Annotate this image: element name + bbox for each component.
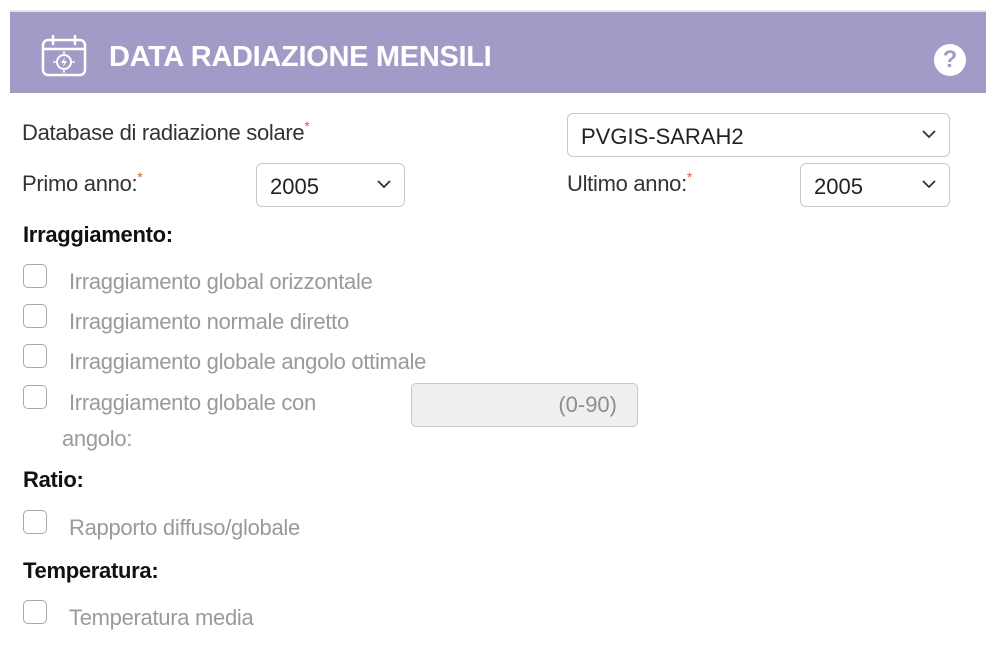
checkbox-global-orizzontale[interactable] <box>23 264 47 288</box>
checkbox-globale-con-angolo[interactable] <box>23 385 47 409</box>
required-marker: * <box>137 169 143 185</box>
database-label: Database di radiazione solare* <box>22 118 310 145</box>
calendar-sun-icon <box>41 34 87 77</box>
checkbox-label: Rapporto diffuso/globale <box>69 515 300 540</box>
ultimo-anno-value: 2005 <box>814 174 863 199</box>
checkbox-label: Irraggiamento global orizzontale <box>69 269 373 294</box>
checkbox-rapporto-diffuso[interactable] <box>23 510 47 534</box>
required-marker: * <box>686 169 693 185</box>
panel-header: DATA RADIAZIONE MENSILI ? <box>10 12 986 93</box>
checkbox-label: Irraggiamento globale con <box>69 390 316 415</box>
ratio-title: Ratio: <box>23 467 84 492</box>
chevron-down-icon <box>922 180 936 189</box>
primo-anno-value: 2005 <box>270 174 319 199</box>
chevron-down-icon <box>377 180 391 189</box>
checkbox-label: Irraggiamento globale angolo ottimale <box>69 349 427 374</box>
chevron-down-icon <box>922 130 936 139</box>
irraggiamento-title: Irraggiamento: <box>23 222 173 247</box>
database-select[interactable]: PVGIS-SARAH2 <box>567 113 950 157</box>
checkbox-label-continued: angolo: <box>62 426 133 451</box>
required-marker: * <box>304 118 310 134</box>
checkbox-label: Temperatura media <box>69 605 254 630</box>
primo-anno-label: Primo anno:* <box>22 169 143 196</box>
checkbox-normale-diretto[interactable] <box>23 304 47 328</box>
page-title: DATA RADIAZIONE MENSILI <box>109 41 492 73</box>
checkbox-temperatura-media[interactable] <box>23 600 47 624</box>
temperatura-title: Temperatura: <box>23 558 159 583</box>
ultimo-anno-select[interactable]: 2005 <box>800 163 950 207</box>
database-select-value: PVGIS-SARAH2 <box>581 124 744 149</box>
checkbox-label: Irraggiamento normale diretto <box>69 309 349 334</box>
checkbox-angolo-ottimale[interactable] <box>23 344 47 368</box>
help-icon[interactable]: ? <box>934 44 966 76</box>
angle-input[interactable]: (0-90) <box>411 383 638 427</box>
ultimo-anno-label: Ultimo anno:* <box>567 169 693 196</box>
primo-anno-select[interactable]: 2005 <box>256 163 405 207</box>
